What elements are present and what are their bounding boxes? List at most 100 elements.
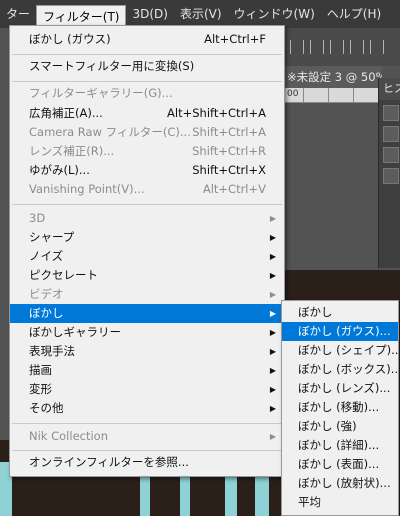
distribute-icon[interactable] (350, 40, 364, 54)
menu-item-label: フィルターギャラリー(G)... (29, 86, 173, 100)
panel-swatch[interactable] (383, 126, 399, 142)
menu-item-last-filter[interactable]: ぼかし (ガウス) Alt+Ctrl+F (10, 30, 284, 49)
menu-item-3d: 3D ▶ (10, 209, 284, 228)
menu-item-liquify[interactable]: ゆがみ(L)... Shift+Ctrl+X (10, 161, 284, 180)
menu-item-label: ぼかし (強) (298, 419, 357, 433)
submenu-arrow-icon: ▶ (269, 347, 276, 356)
submenu-arrow-icon: ▶ (269, 309, 276, 318)
menu-item-vanishing-point: Vanishing Point(V)... Alt+Ctrl+V (10, 180, 284, 199)
menu-item-distort[interactable]: 変形 ▶ (10, 380, 284, 399)
submenu-item-radial-blur[interactable]: ぼかし (放射状)... (282, 474, 398, 493)
menu-item-label: ゆがみ(L)... (29, 163, 90, 177)
menu-separator (12, 450, 282, 451)
menu-item-label: ビデオ (29, 287, 64, 301)
menu-item-label: シャープ (29, 230, 75, 244)
menu-item-render[interactable]: 描画 ▶ (10, 361, 284, 380)
menu-item-blur[interactable]: ぼかし ▶ (10, 304, 284, 323)
submenu-item-lens-blur[interactable]: ぼかし (レンズ)... (282, 379, 398, 398)
submenu-item-surface-blur[interactable]: ぼかし (表面)... (282, 455, 398, 474)
submenu-arrow-icon: ▶ (269, 233, 276, 242)
panel-swatch[interactable] (383, 105, 399, 121)
document-tab[interactable]: ※未設定 3 @ 50% ( (283, 66, 382, 88)
distribute-center-icon[interactable] (370, 40, 384, 54)
menu-item-convert-smart-filter[interactable]: スマートフィルター用に変換(S) (10, 57, 284, 76)
menu-item-nik-collection: Nik Collection ▶ (10, 427, 284, 446)
menu-item-window[interactable]: ウィンドウ(W) (228, 0, 321, 28)
histogram-panel: ヒス (378, 78, 400, 268)
align-left-icon[interactable] (290, 40, 304, 54)
menu-item-3d[interactable]: 3D(D) (126, 0, 173, 28)
submenu-item-blur-more[interactable]: ぼかし (強) (282, 417, 398, 436)
menu-item-label: Nik Collection (29, 429, 108, 443)
blur-submenu: ぼかし ぼかし (ガウス)... ぼかし (シェイプ)... ぼかし (ボックス… (281, 300, 400, 516)
submenu-item-motion-blur[interactable]: ぼかし (移動)... (282, 398, 398, 417)
menu-item-label: 表現手法 (29, 344, 75, 358)
panel-tab[interactable]: ヒス (379, 78, 400, 100)
menu-item-browse-filters-online[interactable]: オンラインフィルターを参照... (10, 453, 284, 472)
menu-item-stylize[interactable]: 表現手法 ▶ (10, 342, 284, 361)
menu-item-label: ぼかし (表面)... (298, 457, 380, 471)
menu-item-label: 描画 (29, 363, 52, 377)
submenu-arrow-icon: ▶ (269, 271, 276, 280)
panel-swatch[interactable] (383, 168, 399, 184)
menu-item-sharpen[interactable]: シャープ ▶ (10, 228, 284, 247)
menu-item-label: ぼかし (レンズ)... (298, 381, 391, 395)
menu-item-label: ぼかし (シェイプ)... (298, 343, 400, 357)
align-right-icon[interactable] (330, 40, 344, 54)
menu-item-label: ぼかし (移動)... (298, 400, 380, 414)
menu-item-noise[interactable]: ノイズ ▶ (10, 247, 284, 266)
menu-item-shortcut: Shift+Ctrl+X (192, 163, 266, 177)
menu-item-camera-raw: Camera Raw フィルター(C)... Shift+Ctrl+A (10, 123, 284, 142)
menu-item-label: ぼかし (ガウス) (29, 32, 111, 46)
align-center-icon[interactable] (310, 40, 324, 54)
menu-item-label: ぼかしギャラリー (29, 325, 121, 339)
menu-item-shortcut: Alt+Ctrl+F (204, 32, 266, 46)
menu-item-label: 広角補正(A)... (29, 106, 103, 120)
submenu-arrow-icon: ▶ (269, 214, 276, 223)
menu-item-blur-gallery[interactable]: ぼかしギャラリー ▶ (10, 323, 284, 342)
menu-item-label: ぼかし (ガウス)... (298, 324, 391, 338)
menu-item-label: ぼかし (298, 305, 333, 319)
menu-separator (12, 204, 282, 205)
menu-item-filter-gallery: フィルターギャラリー(G)... (10, 84, 284, 103)
submenu-item-average[interactable]: 平均 (282, 493, 398, 512)
menu-item-lens-correction: レンズ補正(R)... Shift+Ctrl+R (10, 142, 284, 161)
submenu-arrow-icon: ▶ (269, 366, 276, 375)
menu-item-pixelate[interactable]: ピクセレート ▶ (10, 266, 284, 285)
menu-item-video: ビデオ ▶ (10, 285, 284, 304)
menu-separator (12, 54, 282, 55)
submenu-arrow-icon: ▶ (269, 252, 276, 261)
menu-item-label: ぼかし (放射状)... (298, 476, 391, 490)
menu-item-shortcut: Alt+Ctrl+V (202, 182, 266, 196)
filter-menu: ぼかし (ガウス) Alt+Ctrl+F スマートフィルター用に変換(S) フィ… (9, 25, 285, 477)
submenu-item-box-blur[interactable]: ぼかし (ボックス)... (282, 360, 400, 379)
submenu-item-blur[interactable]: ぼかし (282, 303, 398, 322)
submenu-arrow-icon: ▶ (269, 404, 276, 413)
menu-item-label: ぼかし (ボックス)... (298, 362, 400, 376)
menu-item-adaptive-wide-angle[interactable]: 広角補正(A)... Alt+Shift+Ctrl+A (10, 104, 284, 123)
submenu-arrow-icon: ▶ (269, 432, 276, 441)
submenu-item-shape-blur[interactable]: ぼかし (シェイプ)... (282, 341, 400, 360)
horizontal-ruler: 00 (283, 88, 378, 103)
menu-item-label: 3D (29, 211, 46, 225)
ruler-label: 00 (287, 89, 299, 99)
menu-item-label: Camera Raw フィルター(C)... (29, 125, 191, 139)
menu-item-label: オンラインフィルターを参照... (29, 455, 189, 469)
submenu-item-smart-blur[interactable]: ぼかし (詳細)... (282, 436, 398, 455)
menu-item-shortcut: Shift+Ctrl+R (192, 144, 266, 158)
menu-item-prev[interactable]: ター (0, 0, 36, 28)
menu-item-label: Vanishing Point(V)... (29, 182, 145, 196)
panel-swatch[interactable] (383, 147, 399, 163)
align-buttons (290, 40, 384, 54)
menu-item-label: その他 (29, 401, 64, 415)
menu-item-other[interactable]: その他 ▶ (10, 399, 284, 418)
canvas-lettering (225, 475, 237, 516)
menu-separator (12, 81, 282, 82)
menu-item-view[interactable]: 表示(V) (174, 0, 228, 28)
submenu-item-gaussian-blur[interactable]: ぼかし (ガウス)... (282, 322, 398, 341)
submenu-arrow-icon: ▶ (269, 328, 276, 337)
submenu-arrow-icon: ▶ (269, 385, 276, 394)
menu-item-help[interactable]: ヘルプ(H) (321, 0, 387, 28)
menu-separator (12, 423, 282, 424)
menu-item-label: スマートフィルター用に変換(S) (29, 59, 195, 73)
